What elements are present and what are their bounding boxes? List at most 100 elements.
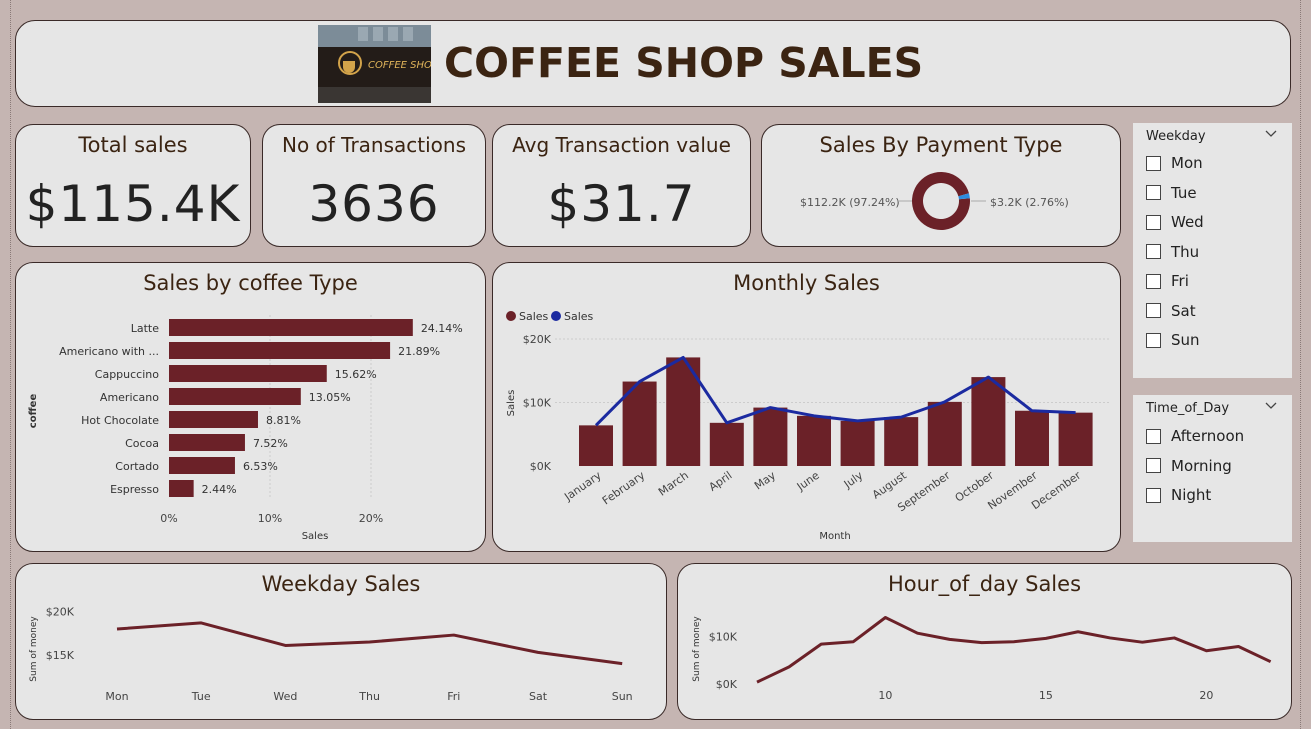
category-label: Cortado [115,460,159,473]
data-label: 15.62% [335,368,377,381]
option-label: Tue [1171,183,1197,202]
slicer-title: Time_of_Day [1146,401,1230,416]
category-label: Americano with ... [59,345,159,358]
bar [709,422,744,466]
x-axis-label: Month [819,531,850,542]
legend-marker [506,311,516,321]
x-tick-label: 15 [1039,689,1053,702]
data-label: 2.44% [202,483,237,496]
x-tick-label: Fri [447,690,460,703]
x-tick-label: August [870,468,910,501]
chevron-down-icon[interactable] [1264,127,1278,141]
y-tick-label: $10K [709,631,738,644]
x-tick-label: Thu [358,690,380,703]
time-of-day-option-morning[interactable]: Morning [1146,457,1232,475]
x-tick-label: Mon [105,690,128,703]
header-banner: COFFEE SHOP COFFEE SHOP SALES [15,20,1291,107]
option-label: Afternoon [1171,427,1245,445]
canvas-right-edge [1300,0,1301,729]
checkbox[interactable] [1146,303,1161,318]
donut-chart: $112.2K (97.24%) $3.2K (2.76%) [800,172,1069,231]
series-line [756,616,1272,684]
bar [1058,412,1093,466]
bar [797,415,831,466]
bar [169,342,391,359]
data-label: 6.53% [243,460,278,473]
bar [169,319,413,336]
logo-art: COFFEE SHOP [318,25,431,103]
weekday-option-fri[interactable]: Fri [1146,272,1189,290]
logo-text: COFFEE SHOP [368,60,431,71]
option-label: Mon [1171,154,1203,172]
x-tick-label: January [561,469,604,504]
category-label: Cappuccino [95,368,159,381]
checkbox[interactable] [1146,273,1161,289]
kpi-label: No of Transactions [281,133,467,157]
monthly-sales-card: Monthly Sales Sales Month Sales Sales $0K $… [492,262,1121,552]
x-tick-label: May [752,469,778,493]
bar [1015,410,1049,466]
x-tick-label: 20% [359,512,383,525]
checkbox[interactable] [1146,244,1161,259]
checkbox[interactable] [1146,458,1161,473]
kpi-transactions: No of Transactions 3636 [262,124,486,247]
checkbox[interactable] [1146,214,1161,230]
checkbox[interactable] [1146,155,1161,171]
checkbox[interactable] [1146,428,1161,444]
hour-sales-card: Hour_of_day Sales Sum of money $0K $10K 10… [677,563,1292,720]
legend-label: Sales [519,310,549,323]
data-label: 7.52% [253,437,288,450]
bar [927,401,962,466]
x-tick-label: 20 [1199,689,1213,702]
time-of-day-option-night[interactable]: Night [1146,486,1211,504]
option-label: Morning [1171,456,1232,475]
bar [169,480,194,497]
category-label: Espresso [110,483,159,496]
coffee-type-card: Sales by coffee Type coffee Sales 0% 10% 2… [15,262,486,552]
kpi-label: Total sales [78,133,188,157]
x-tick-label: 10% [258,512,282,525]
weekday-option-mon[interactable]: Mon [1146,154,1203,172]
weekday-option-sun[interactable]: Sun [1146,331,1200,349]
weekday-option-wed[interactable]: Wed [1146,213,1204,231]
data-label: 8.81% [266,414,301,427]
monthly-combo-chart: Sales Month Sales Sales $0K $10K $20K January… [506,310,1111,542]
series-line [116,621,623,666]
bar [169,457,235,474]
chevron-down-icon[interactable] [1264,399,1278,413]
option-label: Sat [1171,301,1196,320]
donut-slice-cash [912,172,970,231]
y-tick-label: $10K [523,397,552,410]
x-axis-label: Sales [302,531,329,542]
x-tick-label: March [656,469,691,499]
weekday-line-chart: Sum of money $15K $20K Mon Tue Wed Thu Fri Sat S… [29,606,633,703]
kpi-label: Avg Transaction value [512,133,731,157]
coffee-bar-chart: coffee Sales 0% 10% 20% Latte 24.14% American… [28,315,463,542]
bar [753,407,788,466]
kpi-value: $31.7 [547,175,696,233]
bar [840,420,875,466]
y-tick-label: $15K [46,649,75,662]
time-of-day-slicer: Time_of_Day Afternoon Morning Night [1133,395,1292,542]
weekday-option-thu[interactable]: Thu [1146,243,1199,261]
x-tick-label: December [1029,469,1084,513]
weekday-option-sat[interactable]: Sat [1146,302,1196,320]
donut-label-left: $112.2K (97.24%) [800,196,900,209]
cup-icon [343,61,355,73]
weekday-slicer: Weekday Mon Tue Wed Thu Fri Sat Sun [1133,123,1292,378]
y-axis-label: coffee [28,394,39,429]
weekday-sales-card: Weekday Sales Sum of money $15K $20K Mon Tu… [15,563,667,720]
time-of-day-option-afternoon[interactable]: Afternoon [1146,427,1244,445]
checkbox[interactable] [1146,487,1161,503]
y-tick-label: $0K [716,678,738,691]
legend-marker [551,311,561,321]
checkbox[interactable] [1146,185,1161,200]
x-tick-label: Tue [191,690,211,703]
weekday-option-tue[interactable]: Tue [1146,184,1197,202]
checkbox[interactable] [1146,332,1161,348]
x-tick-label: Sat [529,690,548,703]
x-tick-label: 0% [160,512,177,525]
category-label: Americano [100,391,159,404]
payment-type-card: Sales By Payment Type $112.2K (97.24%) $… [761,124,1121,247]
bar [169,388,301,405]
